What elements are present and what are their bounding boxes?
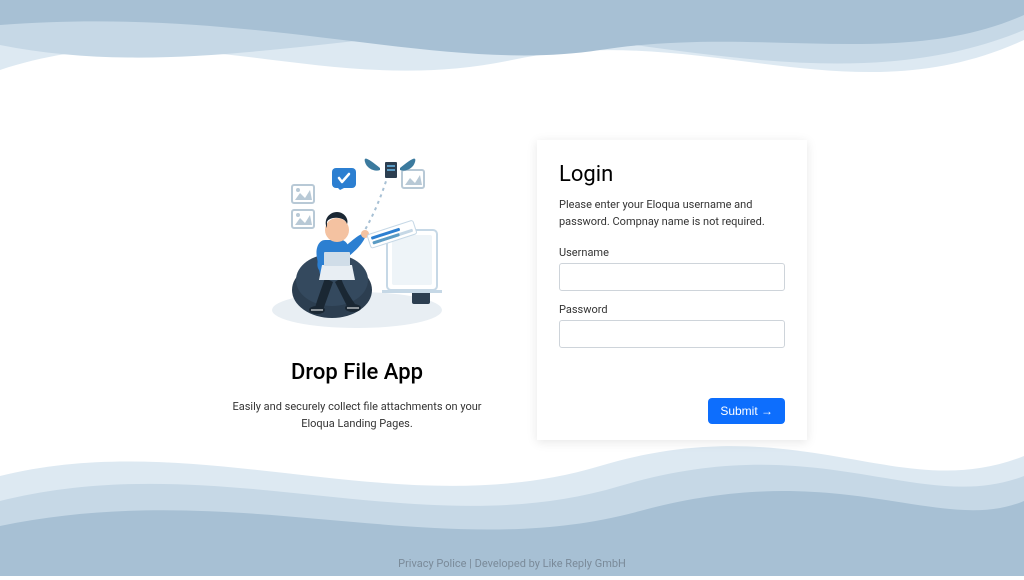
background-waves-bottom bbox=[0, 416, 1024, 576]
username-input[interactable] bbox=[559, 263, 785, 291]
upload-illustration bbox=[237, 140, 477, 340]
password-input[interactable] bbox=[559, 320, 785, 348]
password-label: Password bbox=[559, 303, 785, 316]
hero-panel: Drop File App Easily and securely collec… bbox=[217, 140, 497, 432]
username-label: Username bbox=[559, 246, 785, 259]
page-footer: Privacy Police | Developed by Like Reply… bbox=[0, 557, 1024, 570]
login-description: Please enter your Eloqua username and pa… bbox=[559, 197, 785, 230]
login-card: Login Please enter your Eloqua username … bbox=[537, 140, 807, 440]
app-description: Easily and securely collect file attachm… bbox=[217, 399, 497, 432]
footer-separator: | bbox=[467, 557, 475, 570]
app-title: Drop File App bbox=[217, 360, 497, 385]
login-title: Login bbox=[559, 162, 785, 187]
submit-button[interactable]: Submit → bbox=[708, 398, 785, 424]
privacy-link[interactable]: Privacy Police bbox=[398, 557, 466, 570]
developed-by: Developed by Like Reply GmbH bbox=[475, 557, 626, 570]
